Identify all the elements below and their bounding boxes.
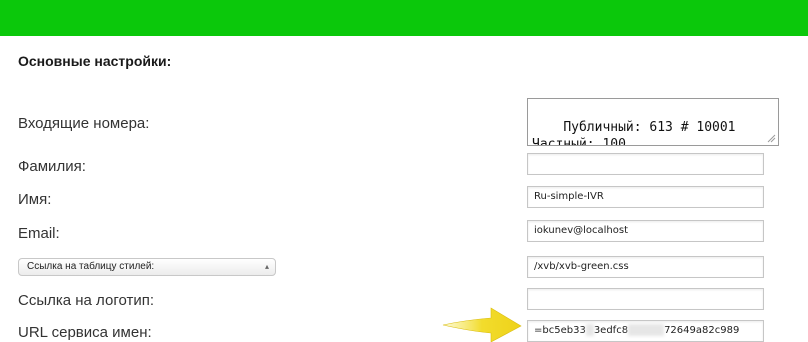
top-bar (0, 0, 808, 36)
lastname-label: Фамилия: (18, 158, 86, 175)
chevron-updown-icon: ▴ (264, 262, 269, 271)
url-service-input[interactable]: =bc5eb33 3edfc8 72649a82c989 (527, 320, 764, 342)
stylesheet-select-value: Ссылка на таблицу стилей: (27, 261, 155, 272)
incoming-numbers-label: Входящие номера: (18, 115, 150, 132)
firstname-label: Имя: (18, 191, 52, 208)
email-label: Email: (18, 225, 60, 242)
lastname-input[interactable] (527, 153, 764, 175)
resize-grip-icon[interactable] (766, 133, 776, 143)
settings-page: Основные настройки: Входящие номера: Пуб… (0, 0, 808, 342)
incoming-numbers-textarea[interactable]: Публичный: 613 # 10001 Частный: 100 (527, 98, 779, 146)
section-title: Основные настройки: (18, 53, 172, 69)
logo-input[interactable] (527, 288, 764, 310)
redacted-segment (628, 324, 665, 336)
stylesheet-select[interactable]: Ссылка на таблицу стилей: ▴ (18, 258, 276, 276)
url-service-label: URL сервиса имен: (18, 324, 152, 341)
stylesheet-input[interactable]: /xvb/xvb-green.css (527, 256, 764, 278)
email-input[interactable]: iokunev@localhost (527, 220, 764, 242)
redacted-segment (585, 324, 594, 336)
url-service-value-part3: 72649a82c989 (664, 325, 740, 336)
url-service-value-part1: =bc5eb33 (534, 325, 586, 336)
incoming-numbers-text: Публичный: 613 # 10001 Частный: 100 (532, 120, 736, 146)
logo-label: Ссылка на логотип: (18, 292, 155, 309)
arrow-right-icon (442, 307, 522, 342)
firstname-input[interactable]: Ru-simple-IVR (527, 186, 764, 208)
url-service-value-part2: 3edfc8 (593, 325, 629, 336)
